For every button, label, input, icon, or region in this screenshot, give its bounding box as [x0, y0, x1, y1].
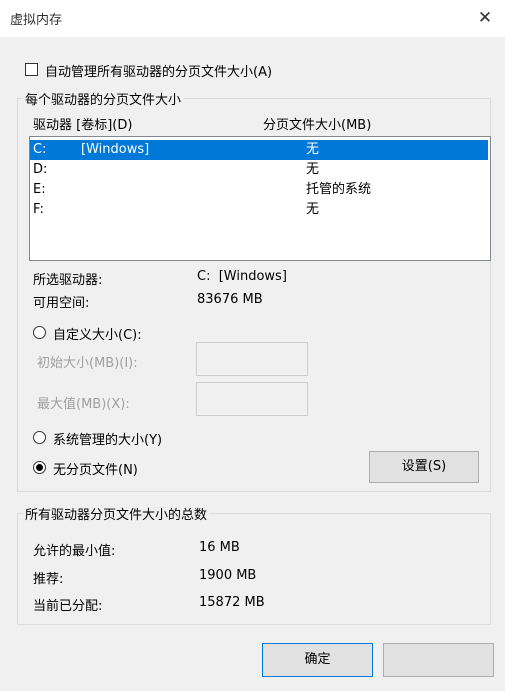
no-paging-label[interactable]: 无分页文件(N): [53, 459, 138, 478]
system-managed-radio[interactable]: [33, 431, 46, 444]
cancel-button[interactable]: [383, 643, 494, 677]
drive-letter: E:: [33, 182, 46, 197]
custom-size-radio[interactable]: [33, 326, 46, 339]
drive-letter: F:: [33, 202, 44, 217]
set-button[interactable]: 设置(S): [369, 451, 479, 483]
drive-row-e[interactable]: E: 托管的系统: [30, 180, 488, 200]
window-title: 虚拟内存: [10, 13, 63, 28]
drive-paging-size: 托管的系统: [306, 182, 372, 197]
selected-drive-label: 所选驱动器:: [33, 273, 103, 288]
column-header-size: 分页文件大小(MB): [263, 118, 372, 133]
min-allowed-label: 允许的最小值:: [33, 544, 116, 559]
system-managed-label[interactable]: 系统管理的大小(Y): [53, 429, 162, 448]
drive-letter: C:: [33, 142, 47, 157]
title-bar: 虚拟内存 ✕: [0, 0, 505, 37]
auto-manage-checkbox[interactable]: [25, 63, 38, 76]
drive-paging-size: 无: [306, 142, 320, 157]
current-allocated-label: 当前已分配:: [33, 599, 103, 614]
drive-row-f[interactable]: F: 无: [30, 200, 488, 220]
max-size-input[interactable]: [196, 382, 308, 416]
drive-listbox[interactable]: C: [Windows] 无 D: 无 E: 托管的系统 F: 无: [29, 136, 491, 261]
per-drive-group-label: 每个驱动器的分页文件大小: [23, 89, 184, 108]
recommended-label: 推荐:: [33, 572, 64, 587]
initial-size-label: 初始大小(MB)(I):: [37, 356, 138, 371]
close-icon[interactable]: ✕: [470, 4, 500, 32]
free-space-value: 83676 MB: [197, 292, 263, 307]
column-header-drive: 驱动器 [卷标](D): [33, 118, 133, 133]
totals-group-label: 所有驱动器分页文件大小的总数: [23, 504, 210, 523]
current-allocated-value: 15872 MB: [199, 595, 265, 610]
initial-size-input[interactable]: [196, 342, 308, 376]
recommended-value: 1900 MB: [199, 568, 257, 583]
drive-row-c[interactable]: C: [Windows] 无: [30, 140, 488, 160]
drive-letter: D:: [33, 162, 48, 177]
drive-paging-size: 无: [306, 202, 320, 217]
max-size-label: 最大值(MB)(X):: [37, 397, 130, 412]
drive-row-d[interactable]: D: 无: [30, 160, 488, 180]
drive-volume-label: [Windows]: [81, 142, 150, 157]
no-paging-radio[interactable]: [33, 461, 46, 474]
ok-button[interactable]: 确定: [262, 643, 373, 677]
selected-drive-value: C: [Windows]: [197, 269, 287, 284]
min-allowed-value: 16 MB: [199, 540, 240, 555]
auto-manage-label[interactable]: 自动管理所有驱动器的分页文件大小(A): [45, 61, 272, 80]
drive-paging-size: 无: [306, 162, 320, 177]
custom-size-label[interactable]: 自定义大小(C):: [53, 324, 142, 343]
free-space-label: 可用空间:: [33, 296, 90, 311]
